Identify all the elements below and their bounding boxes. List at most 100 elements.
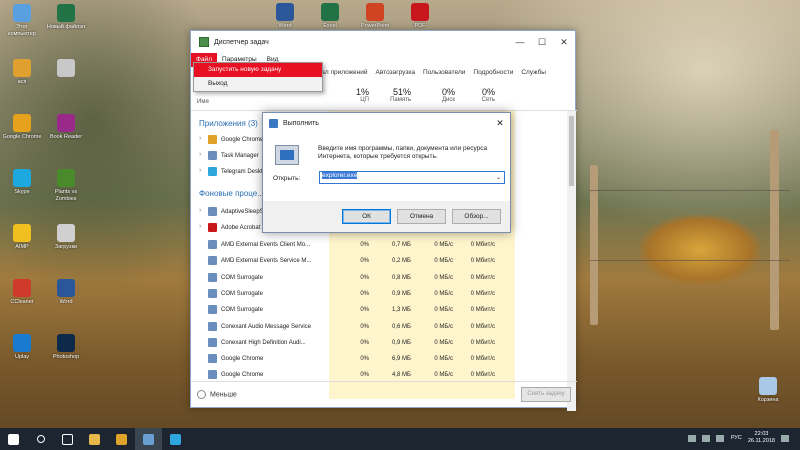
cell-name: Conexant Audio Message Service — [221, 323, 312, 330]
tab-startup[interactable]: Автозагрузка — [372, 67, 419, 79]
column-network[interactable]: 0% Сеть — [455, 87, 495, 103]
taskbar-button[interactable] — [108, 428, 135, 450]
app-icon — [13, 279, 31, 297]
desktop-icon[interactable]: Word — [46, 279, 86, 306]
process-icon — [208, 370, 217, 380]
scrollbar[interactable] — [567, 111, 576, 411]
tab-services[interactable]: Службы — [517, 67, 550, 79]
taskbar: РУС 22:03 26.11.2018 — [0, 428, 800, 450]
table-row[interactable]: COM Surrogate 0% 1,3 МБ 0 МБ/с 0 Мбит/с — [191, 302, 565, 318]
desktop-icon-label: Загрузки — [54, 244, 78, 250]
table-row[interactable]: Conexant Audio Message Service 0% 0,6 МБ 0 … — [191, 319, 565, 335]
run-program-icon — [275, 145, 299, 165]
maximize-button[interactable]: ☐ — [531, 37, 553, 48]
cell-cpu: 0% — [360, 356, 369, 363]
desktop-icon[interactable]: Новый файлэл — [46, 4, 86, 31]
minimize-button[interactable]: — — [509, 37, 531, 48]
taskbar-button[interactable] — [0, 428, 27, 450]
column-disk[interactable]: 0% Диск — [415, 87, 455, 103]
network-icon[interactable] — [701, 434, 710, 442]
tab-details[interactable]: Подробности — [469, 67, 517, 79]
menu-item-exit[interactable]: Выход — [194, 77, 322, 91]
clock[interactable]: 22:03 26.11.2018 — [748, 431, 775, 445]
taskbar-button[interactable] — [27, 428, 54, 450]
table-row[interactable]: Conexant High Definition Audi... 0% 0,9 МБ… — [191, 335, 565, 351]
volume-icon[interactable] — [715, 434, 724, 442]
fewer-details-button[interactable]: Меньше — [197, 390, 237, 399]
desktop-icon[interactable]: AIMP — [2, 224, 42, 251]
process-icon — [208, 337, 217, 347]
desktop-icon[interactable]: Book Reader — [46, 114, 86, 141]
desktop-icon-label: ася — [17, 79, 27, 85]
desktop-icon[interactable]: Uplay — [2, 334, 42, 361]
app-icon — [411, 3, 429, 21]
process-icon — [208, 305, 217, 315]
chevron-down-icon[interactable]: ⌄ — [496, 174, 501, 181]
scrollbar-thumb[interactable] — [569, 116, 574, 186]
cell-mem: 1,3 МБ — [392, 307, 411, 314]
desktop-icon[interactable]: PowerPoint — [355, 3, 395, 30]
taskbar-button[interactable] — [135, 428, 162, 450]
desktop-icon[interactable]: Photoshop — [46, 334, 86, 361]
desktop-icon[interactable]: Excel — [310, 3, 350, 30]
task-view-icon — [62, 433, 73, 445]
people-icon[interactable] — [687, 434, 696, 442]
desktop-icon[interactable]: Google Chrome — [2, 114, 42, 141]
process-name: Task Manager — [221, 153, 259, 159]
tab-users[interactable]: Пользователи — [419, 67, 469, 79]
memory-label: Память — [390, 97, 411, 103]
table-row[interactable]: COM Surrogate 0% 0,9 МБ 0 МБ/с 0 Мбит/с — [191, 286, 565, 302]
taskbar-button[interactable] — [54, 428, 81, 450]
column-name-label: Имя — [197, 99, 209, 105]
table-row[interactable]: Google Chrome 0% 6,9 МБ 0 МБ/с 0 Мбит/с — [191, 351, 565, 367]
close-icon[interactable]: ✕ — [490, 118, 510, 129]
desktop-icon[interactable]: Skype — [2, 169, 42, 196]
desktop-icon-label: Excel — [323, 23, 337, 29]
desktop-icon-label: CCleaner — [10, 299, 34, 305]
cell-cpu: 0% — [360, 274, 369, 281]
app-icon — [57, 114, 75, 132]
cell-name: COM Surrogate — [221, 307, 264, 314]
task-manager-titlebar[interactable]: Диспетчер задач — ☐ ✕ — [191, 31, 575, 53]
cell-mem: 0,8 МБ — [392, 274, 411, 281]
desktop-icon[interactable]: CCleaner — [2, 279, 42, 306]
table-row[interactable]: AMD External Events Service M... 0% 0,2 МБ… — [191, 253, 565, 269]
column-cpu[interactable]: 1% ЦП — [329, 87, 369, 103]
taskbar-button[interactable] — [162, 428, 189, 450]
desktop-icon[interactable]: Plants vs Zombies — [46, 169, 86, 202]
ok-button[interactable]: ОК — [342, 209, 391, 224]
desktop-icon-label: Uplay — [14, 354, 30, 360]
fence-post — [770, 130, 779, 330]
desktop-icon[interactable]: Этот компьютер — [2, 4, 42, 37]
table-row[interactable]: COM Surrogate 0% 0,8 МБ 0 МБ/с 0 Мбит/с — [191, 270, 565, 286]
column-name[interactable]: Имя — [197, 99, 209, 105]
column-memory[interactable]: 51% Память — [371, 87, 411, 103]
open-input[interactable]: explorer.exe ⌄ — [319, 171, 505, 184]
notifications-icon[interactable] — [781, 434, 789, 442]
run-dialog-title: Выполнить — [283, 119, 319, 127]
desktop-icon[interactable]: PDF — [400, 3, 440, 30]
desktop-icon[interactable]: ася — [2, 59, 42, 86]
cell-cpu: 0% — [360, 290, 369, 297]
close-button[interactable]: ✕ — [553, 37, 575, 48]
disk-total: 0% — [441, 87, 455, 97]
process-icon — [208, 288, 217, 298]
run-dialog-titlebar[interactable]: Выполнить ✕ — [263, 113, 510, 133]
recycle-bin-icon[interactable]: Корзина — [748, 377, 788, 404]
desktop-icon[interactable] — [46, 59, 86, 79]
app-icon — [276, 3, 294, 21]
language-indicator[interactable]: РУС — [731, 435, 742, 441]
end-task-button[interactable]: Снять задачу — [521, 387, 571, 402]
network-label: Сеть — [481, 97, 495, 103]
menu-item-run-new-task[interactable]: Запустить новую задачу — [194, 63, 322, 77]
taskbar-button[interactable] — [81, 428, 108, 450]
table-row[interactable]: AMD External Events Client Mo... 0% 0,7 МБ… — [191, 237, 565, 253]
desktop-icon[interactable]: Загрузки — [46, 224, 86, 251]
desktop-icon-label: Word — [59, 299, 73, 305]
cell-name: Conexant High Definition Audi... — [221, 339, 306, 346]
app-icon — [13, 114, 31, 132]
browse-button[interactable]: Обзор... — [452, 209, 501, 224]
app-icon — [13, 169, 31, 187]
desktop-icon[interactable]: Word — [265, 3, 305, 30]
cancel-button[interactable]: Отмена — [397, 209, 446, 224]
